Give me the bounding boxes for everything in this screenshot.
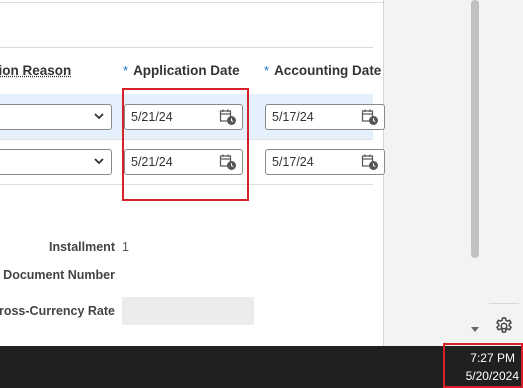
column-header-reason[interactable]: tion Reason <box>0 63 71 78</box>
installment-value: 1 <box>122 240 129 254</box>
reason-select-row-1[interactable] <box>0 104 112 130</box>
installment-label: Installment <box>49 240 115 254</box>
panel-top-border <box>0 2 383 3</box>
gear-icon[interactable] <box>494 316 514 336</box>
calendar-icon[interactable] <box>361 108 379 126</box>
side-divider <box>489 303 519 304</box>
scroll-down-arrow-icon[interactable] <box>470 324 480 334</box>
reason-select-row-2[interactable] <box>0 149 112 175</box>
chevron-down-icon <box>94 113 104 120</box>
calendar-icon[interactable] <box>361 153 379 171</box>
scrollbar-thumb[interactable] <box>471 0 479 258</box>
highlight-application-date <box>122 88 249 201</box>
column-header-application-date[interactable]: * Application Date <box>123 63 240 78</box>
cross-currency-rate-field <box>122 297 254 325</box>
document-number-label: Document Number <box>3 268 115 282</box>
cross-currency-rate-label: Cross-Currency Rate <box>0 304 115 318</box>
column-header-accounting-date[interactable]: * Accounting Date <box>264 63 381 78</box>
highlight-clock <box>443 343 523 388</box>
header-divider <box>0 47 373 48</box>
chevron-down-icon <box>94 158 104 165</box>
accounting-date-input-row-2[interactable]: 5/17/24 <box>265 149 385 175</box>
accounting-date-input-row-1[interactable]: 5/17/24 <box>265 104 385 130</box>
required-indicator: * <box>264 63 270 78</box>
required-indicator: * <box>123 63 129 78</box>
